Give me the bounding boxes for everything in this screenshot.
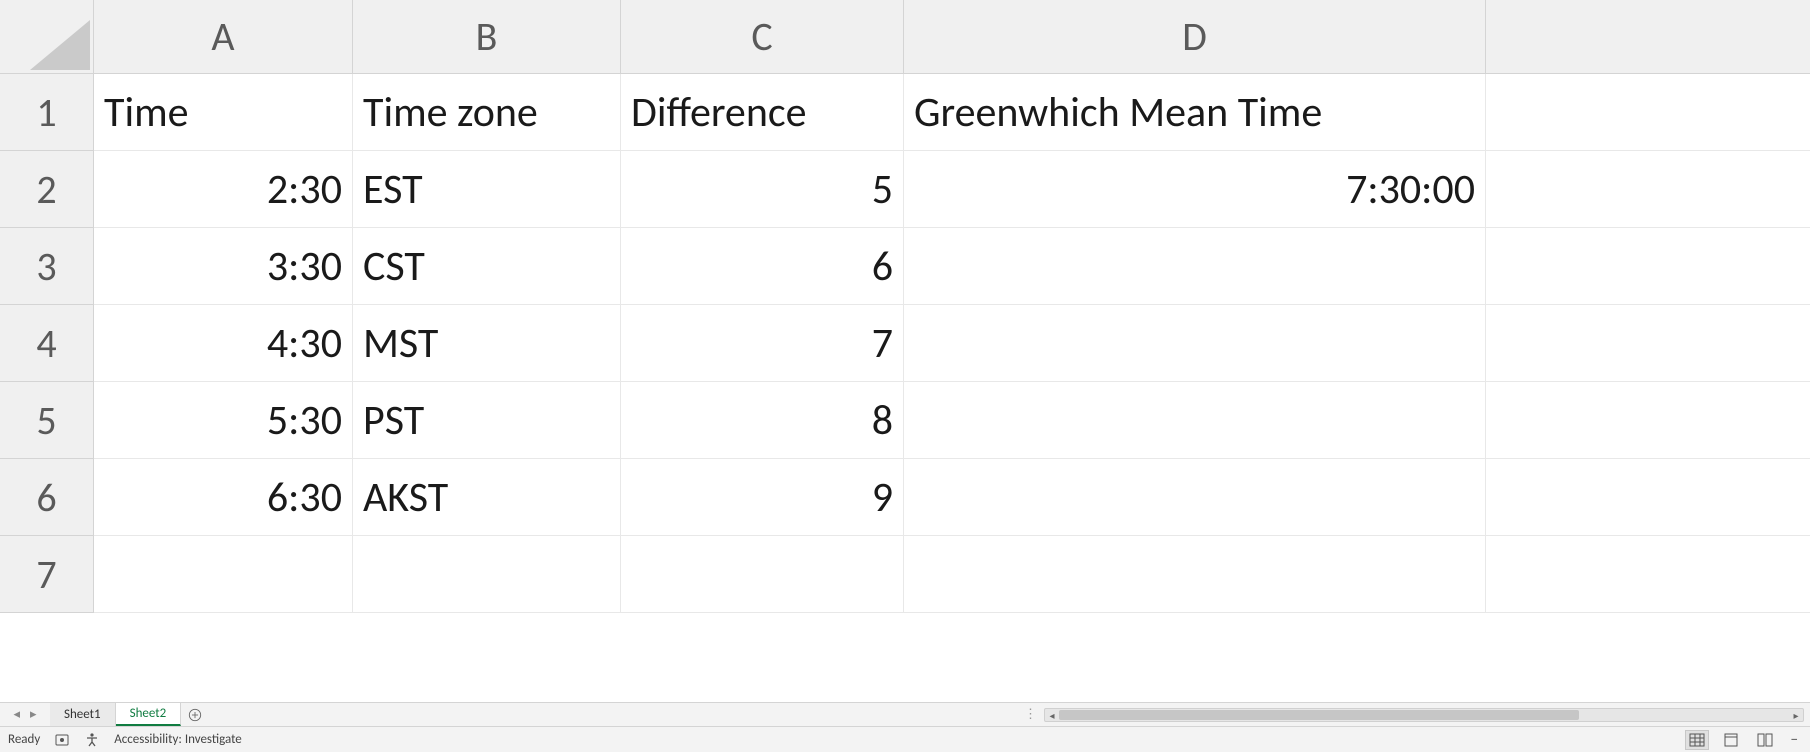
cell-A2[interactable]: 2:30 bbox=[94, 151, 353, 228]
cell-filler-2 bbox=[1486, 151, 1810, 228]
cell-B7[interactable] bbox=[353, 536, 621, 613]
cell-C2[interactable]: 5 bbox=[621, 151, 904, 228]
row-header-5[interactable]: 5 bbox=[0, 382, 94, 459]
horizontal-scrollbar[interactable]: ◂ ▸ bbox=[1044, 708, 1804, 722]
cell-filler-5 bbox=[1486, 382, 1810, 459]
col-header-B[interactable]: B bbox=[353, 0, 621, 74]
add-sheet-button[interactable] bbox=[181, 703, 209, 726]
cell-C3[interactable]: 6 bbox=[621, 228, 904, 305]
cell-filler-7 bbox=[1486, 536, 1810, 613]
cell-A1[interactable]: Time bbox=[94, 74, 353, 151]
sheet-tab-2[interactable]: Sheet2 bbox=[116, 703, 182, 726]
cell-A7[interactable] bbox=[94, 536, 353, 613]
cell-C5[interactable]: 8 bbox=[621, 382, 904, 459]
col-header-filler bbox=[1486, 0, 1810, 74]
cell-C6[interactable]: 9 bbox=[621, 459, 904, 536]
status-ready: Ready bbox=[8, 732, 40, 747]
scroll-left-icon[interactable]: ◂ bbox=[1045, 709, 1059, 723]
cell-B6[interactable]: AKST bbox=[353, 459, 621, 536]
cell-A3[interactable]: 3:30 bbox=[94, 228, 353, 305]
col-header-D[interactable]: D bbox=[904, 0, 1486, 74]
horizontal-scroll-area: ⋮ ◂ ▸ bbox=[209, 703, 1810, 726]
cell-D4[interactable] bbox=[904, 305, 1486, 382]
accessibility-icon[interactable] bbox=[84, 732, 100, 748]
cell-A4[interactable]: 4:30 bbox=[94, 305, 353, 382]
cell-B3[interactable]: CST bbox=[353, 228, 621, 305]
row-header-4[interactable]: 4 bbox=[0, 305, 94, 382]
zoom-out-button[interactable]: − bbox=[1787, 731, 1802, 749]
sheet-nav: ◂ ▸ bbox=[0, 703, 50, 726]
select-all-corner[interactable] bbox=[0, 0, 94, 74]
cell-C4[interactable]: 7 bbox=[621, 305, 904, 382]
sheet-tab-1[interactable]: Sheet1 bbox=[50, 703, 116, 726]
col-header-A[interactable]: A bbox=[94, 0, 353, 74]
row-header-6[interactable]: 6 bbox=[0, 459, 94, 536]
sheet-tab-bar: ◂ ▸ Sheet1 Sheet2 ⋮ ◂ ▸ bbox=[0, 702, 1810, 726]
row-header-3[interactable]: 3 bbox=[0, 228, 94, 305]
grid-view-icon bbox=[1689, 733, 1705, 747]
cell-B5[interactable]: PST bbox=[353, 382, 621, 459]
view-page-break-button[interactable] bbox=[1753, 730, 1777, 750]
cell-filler-1 bbox=[1486, 74, 1810, 151]
horizontal-scrollbar-thumb[interactable] bbox=[1059, 710, 1579, 720]
cell-D1[interactable]: Greenwhich Mean Time bbox=[904, 74, 1486, 151]
plus-circle-icon bbox=[188, 708, 202, 722]
cell-B4[interactable]: MST bbox=[353, 305, 621, 382]
cell-C7[interactable] bbox=[621, 536, 904, 613]
cell-C1[interactable]: Difference bbox=[621, 74, 904, 151]
sheet-nav-prev-icon[interactable]: ◂ bbox=[13, 707, 20, 722]
cell-filler-4 bbox=[1486, 305, 1810, 382]
col-header-C[interactable]: C bbox=[621, 0, 904, 74]
cell-A6[interactable]: 6:30 bbox=[94, 459, 353, 536]
scroll-right-icon[interactable]: ▸ bbox=[1789, 709, 1803, 723]
cell-B2[interactable]: EST bbox=[353, 151, 621, 228]
cell-D2[interactable]: 7:30:00 bbox=[904, 151, 1486, 228]
cell-D7[interactable] bbox=[904, 536, 1486, 613]
row-header-2[interactable]: 2 bbox=[0, 151, 94, 228]
cell-D3[interactable] bbox=[904, 228, 1486, 305]
row-header-1[interactable]: 1 bbox=[0, 74, 94, 151]
cell-filler-6 bbox=[1486, 459, 1810, 536]
splitter-handle-icon[interactable]: ⋮ bbox=[1024, 707, 1038, 722]
page-layout-icon bbox=[1723, 733, 1739, 747]
macro-record-icon[interactable] bbox=[54, 732, 70, 748]
cell-D6[interactable] bbox=[904, 459, 1486, 536]
row-header-7[interactable]: 7 bbox=[0, 536, 94, 613]
cell-A5[interactable]: 5:30 bbox=[94, 382, 353, 459]
status-bar: Ready Accessibility: Investigate − bbox=[0, 726, 1810, 752]
view-page-layout-button[interactable] bbox=[1719, 730, 1743, 750]
spreadsheet-grid: A B C D 1 Time Time zone Difference Gree… bbox=[0, 0, 1810, 702]
cell-D5[interactable] bbox=[904, 382, 1486, 459]
sheet-nav-next-icon[interactable]: ▸ bbox=[30, 707, 37, 722]
view-normal-button[interactable] bbox=[1685, 730, 1709, 750]
page-break-icon bbox=[1757, 733, 1773, 747]
cell-B1[interactable]: Time zone bbox=[353, 74, 621, 151]
cell-filler-3 bbox=[1486, 228, 1810, 305]
status-accessibility[interactable]: Accessibility: Investigate bbox=[114, 732, 242, 747]
